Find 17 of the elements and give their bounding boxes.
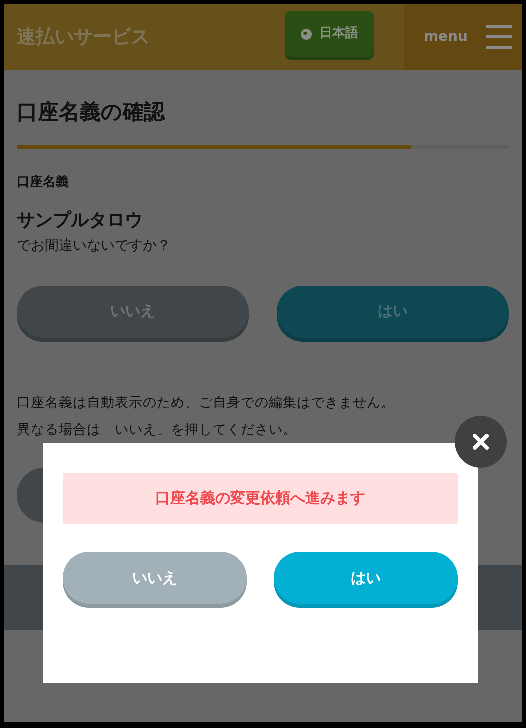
account-name: サンプルタロウ bbox=[17, 208, 144, 232]
confirm-question: でお間違いないですか？ bbox=[17, 236, 172, 256]
menu-button[interactable]: menu bbox=[404, 4, 522, 70]
field-label: 口座名義 bbox=[17, 174, 70, 192]
dialog-button[interactable]: いいえ bbox=[63, 552, 247, 604]
close-button[interactable] bbox=[455, 416, 507, 468]
site-title: 速払いサービス bbox=[17, 24, 151, 50]
language-button[interactable]: 日本語 bbox=[285, 11, 374, 57]
close-icon bbox=[473, 434, 489, 450]
note-text: 口座名義は自動表示のため、ご自身での編集はできません。 bbox=[17, 394, 395, 412]
alert-message: 口座名義の変更依頼へ進みます bbox=[63, 473, 458, 524]
answer-button[interactable]: はい bbox=[277, 286, 509, 338]
globe-icon bbox=[300, 28, 312, 40]
dialog-button[interactable]: はい bbox=[274, 552, 458, 604]
page-title: 口座名義の確認 bbox=[17, 99, 166, 126]
menu-icon bbox=[486, 24, 512, 50]
note-text: 異なる場合は「いいえ」を押してください。 bbox=[17, 420, 297, 440]
